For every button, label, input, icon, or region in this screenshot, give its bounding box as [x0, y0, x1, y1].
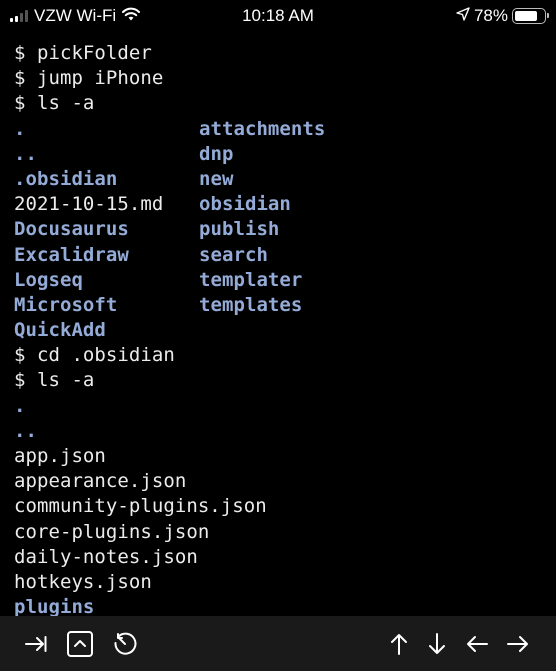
arrow-right-icon: [506, 633, 530, 655]
directory-entry: ..: [14, 419, 37, 442]
command-line: $ pickFolder: [14, 42, 152, 64]
file-entry: hotkeys.json: [14, 570, 152, 593]
history-icon: [112, 631, 138, 657]
file-entry: 2021-10-15.md: [14, 193, 164, 216]
directory-entry: Excalidraw: [14, 243, 129, 266]
file-entry: community-plugins.json: [14, 495, 267, 518]
file-entry: appearance.json: [14, 470, 187, 493]
directory-entry: ..: [14, 142, 37, 165]
directory-entry: .: [14, 117, 26, 140]
directory-entry: search: [199, 243, 268, 266]
battery-percent: 78%: [473, 6, 508, 25]
directory-listing-2: ... app.json appearance.json community-plug…: [14, 394, 556, 621]
directory-entry: .obsidian: [14, 167, 118, 190]
file-entry: core-plugins.json: [14, 520, 210, 543]
directory-listing-1: ... .obsidian 2021-10-15.md Docusaurus Excal…: [14, 117, 556, 344]
directory-entry: Logseq: [14, 268, 83, 291]
tab-key-icon: [24, 634, 48, 654]
command-line: $ ls -a: [14, 92, 95, 115]
directory-entry: .: [14, 394, 26, 417]
location-arrow-icon: [456, 6, 470, 26]
control-key-icon: [66, 630, 94, 658]
status-bar: VZW Wi-Fi 10:18 AM 78%: [0, 0, 556, 34]
terminal-output[interactable]: $ pickFolder $ jump iPhone $ ls -a ... .obs…: [14, 41, 556, 620]
battery-icon: [512, 8, 549, 24]
arrow-down-icon: [426, 632, 448, 656]
directory-entry: QuickAdd: [14, 319, 106, 342]
arrow-right-button[interactable]: [502, 628, 534, 660]
command-line: $ jump iPhone: [14, 67, 164, 90]
directory-entry: templates: [199, 293, 303, 316]
keyboard-toolbar: [0, 616, 556, 671]
arrow-left-icon: [465, 633, 489, 655]
directory-entry: publish: [199, 218, 280, 241]
control-key-button[interactable]: [64, 628, 96, 660]
directory-entry: dnp: [199, 142, 234, 165]
command-line: $ cd .obsidian: [14, 344, 175, 367]
arrow-up-icon: [388, 632, 410, 656]
history-button[interactable]: [109, 628, 141, 660]
command-line: $ ls -a: [14, 369, 95, 392]
file-entry: daily-notes.json: [14, 545, 198, 568]
directory-entry: Docusaurus: [14, 218, 129, 241]
file-entry: app.json: [14, 445, 106, 467]
arrow-down-button[interactable]: [421, 628, 453, 660]
tab-key-button[interactable]: [20, 628, 52, 660]
arrow-left-button[interactable]: [461, 628, 493, 660]
directory-entry: obsidian: [199, 193, 291, 216]
directory-entry: Microsoft: [14, 293, 118, 316]
directory-entry: templater: [199, 268, 303, 291]
arrow-up-button[interactable]: [383, 628, 415, 660]
directory-entry: new: [199, 167, 234, 190]
directory-entry: attachments: [199, 117, 326, 140]
